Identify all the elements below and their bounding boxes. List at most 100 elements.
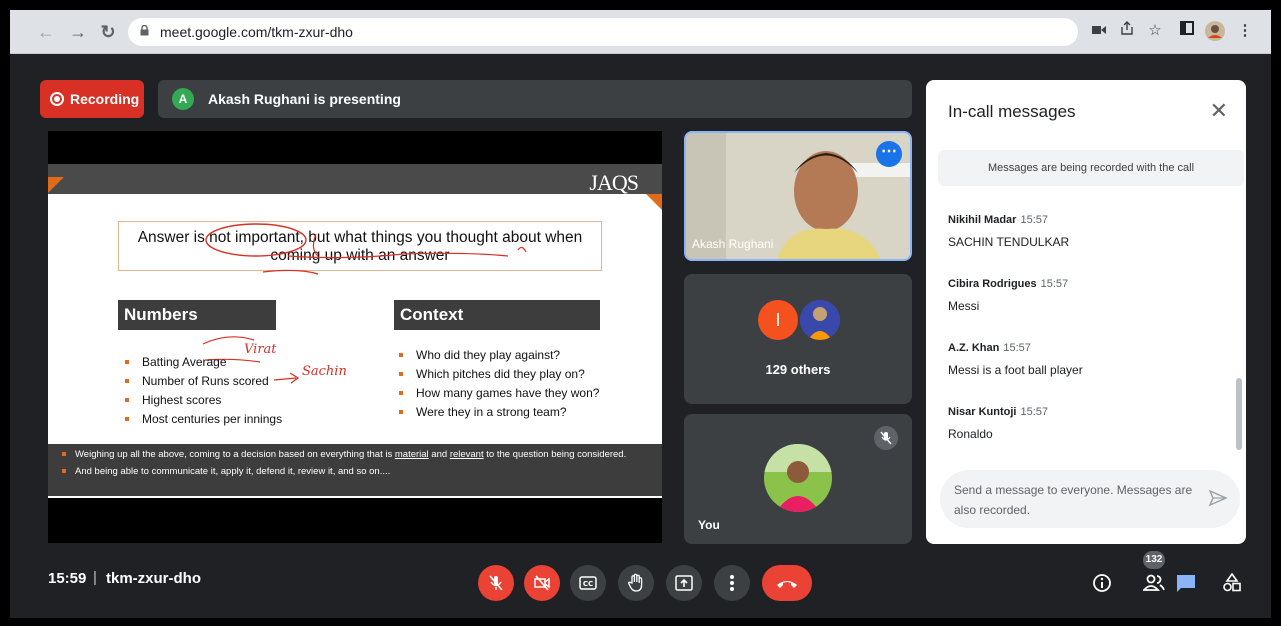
mic-toggle-button[interactable] — [478, 565, 514, 601]
self-label: You — [698, 518, 720, 532]
others-tile[interactable]: I 129 others — [684, 274, 912, 404]
message-time: 15:57 — [1040, 278, 1069, 290]
present-screen-button[interactable] — [666, 565, 702, 601]
list-item: Number of Runs scored — [118, 372, 282, 391]
numbers-heading: Numbers — [118, 300, 276, 330]
list-item: Who did they play against? — [392, 346, 599, 365]
side-panel-icon[interactable] — [1176, 20, 1198, 42]
back-arrow-icon[interactable]: ← — [34, 20, 58, 44]
others-count: 129 others — [765, 362, 831, 377]
profile-avatar-icon[interactable] — [1204, 20, 1226, 42]
meeting-control-bar: 15:59 | tkm-zxur-dho CC 132 — [10, 550, 1271, 618]
present-icon — [675, 575, 693, 591]
handwritten-sachin: Sachin — [302, 364, 347, 379]
footer-text: and — [428, 449, 450, 460]
numbers-list: Batting Average Number of Runs scored Hi… — [118, 353, 282, 429]
send-icon[interactable] — [1208, 488, 1228, 508]
slide-header-band: JAQS — [48, 164, 662, 195]
people-button[interactable] — [1140, 569, 1168, 597]
chat-message: A.Z. Khan 15:57 Messi is a foot ball play… — [948, 338, 1083, 377]
presenter-video-tile[interactable]: ⋯ Akash Rughani — [684, 131, 912, 261]
more-options-button[interactable] — [714, 565, 750, 601]
footer-text: to the question being considered. — [483, 449, 627, 460]
message-text: SACHIN TENDULKAR — [948, 235, 1070, 249]
chat-scrollbar[interactable] — [1236, 378, 1242, 450]
recording-indicator[interactable]: Recording — [40, 80, 144, 118]
chat-message: Cibira Rodrigues 15:57 Messi — [948, 274, 1068, 313]
message-input[interactable]: Send a message to everyone. Messages are… — [940, 470, 1240, 528]
message-input-placeholder: Send a message to everyone. Messages are… — [954, 483, 1193, 517]
orange-corner-right — [646, 194, 662, 210]
record-icon — [50, 92, 64, 106]
list-item: Most centuries per innings — [118, 410, 282, 429]
presenting-text: Akash Rughani is presenting — [208, 91, 401, 107]
recording-notice: Messages are being recorded with the cal… — [938, 150, 1244, 186]
message-sender: Cibira Rodrigues — [948, 278, 1037, 290]
message-text: Messi is a foot ball player — [948, 363, 1083, 377]
camera-in-use-icon[interactable] — [1088, 20, 1110, 42]
captions-icon: CC — [579, 576, 597, 590]
panel-title: In-call messages — [948, 102, 1076, 121]
message-time: 15:57 — [1020, 214, 1048, 226]
message-sender: Nisar Kuntoji — [948, 406, 1017, 418]
mic-muted-icon — [874, 426, 898, 450]
camera-toggle-button[interactable] — [524, 565, 560, 601]
footer-underlined-material: material — [394, 449, 429, 460]
participant-photo-avatar — [800, 300, 840, 340]
chat-message: Nisar Kuntoji 15:57 Ronaldo — [948, 402, 1048, 441]
forward-arrow-icon[interactable]: → — [66, 20, 90, 44]
message-text: Messi — [948, 299, 980, 313]
reload-icon[interactable]: ↻ — [96, 20, 120, 44]
presenting-banner: A Akash Rughani is presenting — [158, 80, 912, 118]
presentation-stage: JAQS Answer is not important, but what t… — [48, 131, 662, 543]
participant-initial-avatar: I — [758, 300, 798, 340]
list-item: Highest scores — [118, 391, 282, 410]
context-heading: Context — [394, 300, 600, 330]
separator: | — [93, 569, 97, 586]
mic-off-icon — [489, 575, 503, 591]
leave-call-button[interactable] — [762, 565, 812, 601]
list-item: Were they in a strong team? — [392, 403, 599, 422]
meeting-details-button[interactable] — [1088, 569, 1116, 597]
more-options-icon[interactable]: ⋯ — [876, 141, 902, 167]
close-icon[interactable]: ✕ — [1210, 98, 1228, 124]
message-sender: A.Z. Khan — [948, 342, 1000, 354]
bookmark-star-icon[interactable]: ☆ — [1144, 20, 1166, 42]
slide-footer: Weighing up all the above, coming to a d… — [48, 444, 662, 496]
message-time: 15:57 — [1003, 342, 1031, 354]
meeting-code: tkm-zxur-dho — [106, 570, 201, 587]
lock-icon — [140, 25, 149, 36]
browser-menu-icon[interactable]: ⋮ — [1234, 20, 1256, 42]
info-icon — [1093, 574, 1111, 592]
captions-button[interactable]: CC — [570, 565, 606, 601]
presenter-name-label: Akash Rughani — [692, 237, 774, 251]
footer-underlined-relevant: relevant — [449, 449, 484, 460]
self-avatar — [764, 444, 832, 512]
meeting-time: 15:59 — [48, 570, 87, 587]
message-text: Ronaldo — [948, 427, 993, 441]
chat-button[interactable] — [1172, 569, 1200, 597]
camera-off-icon — [534, 575, 550, 591]
footer-line-1: Weighing up all the above, coming to a d… — [62, 449, 648, 460]
hang-up-icon — [777, 581, 797, 588]
footer-text: Weighing up all the above, coming to a d… — [75, 449, 395, 460]
activities-button[interactable] — [1218, 569, 1246, 597]
orange-corner-left — [48, 177, 64, 193]
headline-line-2: coming up with an answer — [270, 247, 450, 264]
participant-count-badge: 132 — [1143, 551, 1165, 569]
browser-toolbar: ← → ↻ meet.google.com/tkm-zxur-dho ☆ ⋮ — [10, 10, 1271, 54]
list-item: Which pitches did they play on? — [392, 365, 599, 384]
message-time: 15:57 — [1020, 406, 1048, 418]
hand-icon — [627, 573, 643, 592]
list-item: How many games have they won? — [392, 384, 599, 403]
chat-message: Nikihil Madar 15:57 SACHIN TENDULKAR — [948, 210, 1069, 249]
svg-text:CC: CC — [583, 580, 593, 588]
activities-icon — [1223, 573, 1241, 592]
share-icon[interactable] — [1116, 20, 1138, 42]
raise-hand-button[interactable] — [618, 565, 654, 601]
address-bar[interactable]: meet.google.com/tkm-zxur-dho — [128, 18, 1078, 46]
in-call-messages-panel: In-call messages ✕ Messages are being re… — [926, 80, 1246, 544]
url-text: meet.google.com/tkm-zxur-dho — [160, 24, 353, 40]
self-tile[interactable]: You — [684, 414, 912, 544]
more-vertical-icon — [730, 575, 734, 591]
